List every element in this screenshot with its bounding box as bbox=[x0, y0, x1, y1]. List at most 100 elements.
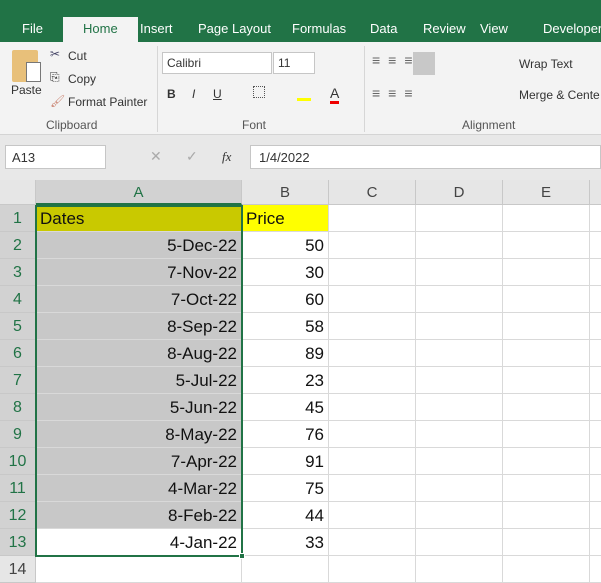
cell-empty[interactable] bbox=[416, 340, 503, 367]
align-icons[interactable]: ≡≡≡ bbox=[372, 52, 421, 68]
cell-empty[interactable] bbox=[416, 259, 503, 286]
tab-page-layout[interactable]: Page Layout bbox=[196, 17, 273, 42]
cell-B14[interactable] bbox=[242, 556, 329, 583]
cell-empty[interactable] bbox=[416, 232, 503, 259]
merge-center-button[interactable]: Merge & Cente bbox=[519, 88, 600, 102]
cell-empty[interactable] bbox=[329, 502, 416, 529]
paste-button[interactable]: Paste bbox=[11, 83, 42, 97]
cell-empty[interactable] bbox=[590, 448, 601, 475]
cell-empty[interactable] bbox=[503, 448, 590, 475]
cell-B12[interactable]: 44 bbox=[242, 502, 329, 529]
cell-empty[interactable] bbox=[503, 313, 590, 340]
fill-handle[interactable] bbox=[239, 553, 245, 559]
column-header-F[interactable] bbox=[590, 180, 601, 205]
font-name-select[interactable]: Calibri bbox=[162, 52, 272, 74]
cell-empty[interactable] bbox=[416, 367, 503, 394]
cut-button[interactable]: Cut bbox=[68, 49, 87, 63]
cell-B1[interactable]: Price bbox=[242, 205, 329, 232]
cell-empty[interactable] bbox=[503, 232, 590, 259]
row-header[interactable]: 4 bbox=[0, 286, 36, 313]
cell-empty[interactable] bbox=[590, 232, 601, 259]
row-header[interactable]: 7 bbox=[0, 367, 36, 394]
cell-empty[interactable] bbox=[590, 475, 601, 502]
cell-empty[interactable] bbox=[590, 286, 601, 313]
tab-review[interactable]: Review bbox=[421, 17, 468, 42]
align-icons-2[interactable]: ≡≡≡ bbox=[372, 85, 421, 101]
cell-empty[interactable] bbox=[329, 313, 416, 340]
cell-empty[interactable] bbox=[590, 313, 601, 340]
row-header[interactable]: 5 bbox=[0, 313, 36, 340]
cell-empty[interactable] bbox=[590, 340, 601, 367]
cell-empty[interactable] bbox=[416, 313, 503, 340]
format-painter-button[interactable]: Format Painter bbox=[68, 95, 147, 109]
cell-empty[interactable] bbox=[503, 556, 590, 583]
cell-empty[interactable] bbox=[416, 475, 503, 502]
cell-empty[interactable] bbox=[503, 367, 590, 394]
cell-empty[interactable] bbox=[329, 340, 416, 367]
cell-B2[interactable]: 50 bbox=[242, 232, 329, 259]
row-header[interactable]: 2 bbox=[0, 232, 36, 259]
cell-empty[interactable] bbox=[329, 421, 416, 448]
cell-empty[interactable] bbox=[590, 259, 601, 286]
cell-B7[interactable]: 23 bbox=[242, 367, 329, 394]
row-header[interactable]: 12 bbox=[0, 502, 36, 529]
column-header-D[interactable]: D bbox=[416, 180, 503, 205]
tab-insert[interactable]: Insert bbox=[138, 17, 175, 42]
cell-empty[interactable] bbox=[503, 502, 590, 529]
cell-B5[interactable]: 58 bbox=[242, 313, 329, 340]
cell-B4[interactable]: 60 bbox=[242, 286, 329, 313]
font-size-select[interactable]: 11 bbox=[273, 52, 315, 74]
cell-empty[interactable] bbox=[329, 475, 416, 502]
column-header-A[interactable]: A bbox=[36, 180, 242, 205]
cell-empty[interactable] bbox=[590, 502, 601, 529]
cell-empty[interactable] bbox=[416, 529, 503, 556]
cell-B8[interactable]: 45 bbox=[242, 394, 329, 421]
borders-icon[interactable] bbox=[253, 86, 265, 98]
cell-empty[interactable] bbox=[590, 367, 601, 394]
cell-B11[interactable]: 75 bbox=[242, 475, 329, 502]
row-header[interactable]: 1 bbox=[0, 205, 36, 232]
cell-empty[interactable] bbox=[503, 340, 590, 367]
cell-B10[interactable]: 91 bbox=[242, 448, 329, 475]
cell-empty[interactable] bbox=[416, 286, 503, 313]
tab-file[interactable]: File bbox=[20, 17, 45, 42]
copy-button[interactable]: Copy bbox=[68, 72, 96, 86]
column-header-B[interactable]: B bbox=[242, 180, 329, 205]
row-header[interactable]: 14 bbox=[0, 556, 36, 583]
cell-empty[interactable] bbox=[329, 367, 416, 394]
row-header[interactable]: 3 bbox=[0, 259, 36, 286]
fill-color-icon[interactable] bbox=[297, 98, 311, 101]
cell-empty[interactable] bbox=[503, 475, 590, 502]
cell-empty[interactable] bbox=[416, 394, 503, 421]
cell-empty[interactable] bbox=[329, 286, 416, 313]
wrap-text-button[interactable]: Wrap Text bbox=[519, 57, 573, 71]
cell-empty[interactable] bbox=[329, 205, 416, 232]
row-header[interactable]: 6 bbox=[0, 340, 36, 367]
bold-button[interactable]: B bbox=[167, 87, 176, 101]
cell-B9[interactable]: 76 bbox=[242, 421, 329, 448]
cell-empty[interactable] bbox=[329, 556, 416, 583]
cell-B3[interactable]: 30 bbox=[242, 259, 329, 286]
cell-empty[interactable] bbox=[503, 394, 590, 421]
cell-empty[interactable] bbox=[416, 448, 503, 475]
cell-empty[interactable] bbox=[329, 448, 416, 475]
cell-empty[interactable] bbox=[590, 556, 601, 583]
row-header[interactable]: 13 bbox=[0, 529, 36, 556]
cell-empty[interactable] bbox=[590, 421, 601, 448]
cell-empty[interactable] bbox=[503, 259, 590, 286]
cell-empty[interactable] bbox=[416, 205, 503, 232]
cell-empty[interactable] bbox=[329, 394, 416, 421]
row-header[interactable]: 11 bbox=[0, 475, 36, 502]
cell-empty[interactable] bbox=[503, 286, 590, 313]
underline-button[interactable]: U bbox=[213, 87, 222, 101]
cell-empty[interactable] bbox=[590, 529, 601, 556]
cell-empty[interactable] bbox=[590, 394, 601, 421]
cell-empty[interactable] bbox=[329, 232, 416, 259]
cell-A14[interactable] bbox=[36, 556, 242, 583]
column-header-C[interactable]: C bbox=[329, 180, 416, 205]
tab-home[interactable]: Home bbox=[63, 17, 138, 42]
row-header[interactable]: 10 bbox=[0, 448, 36, 475]
font-color-icon[interactable]: A bbox=[330, 85, 340, 104]
cell-empty[interactable] bbox=[590, 205, 601, 232]
cell-B13[interactable]: 33 bbox=[242, 529, 329, 556]
